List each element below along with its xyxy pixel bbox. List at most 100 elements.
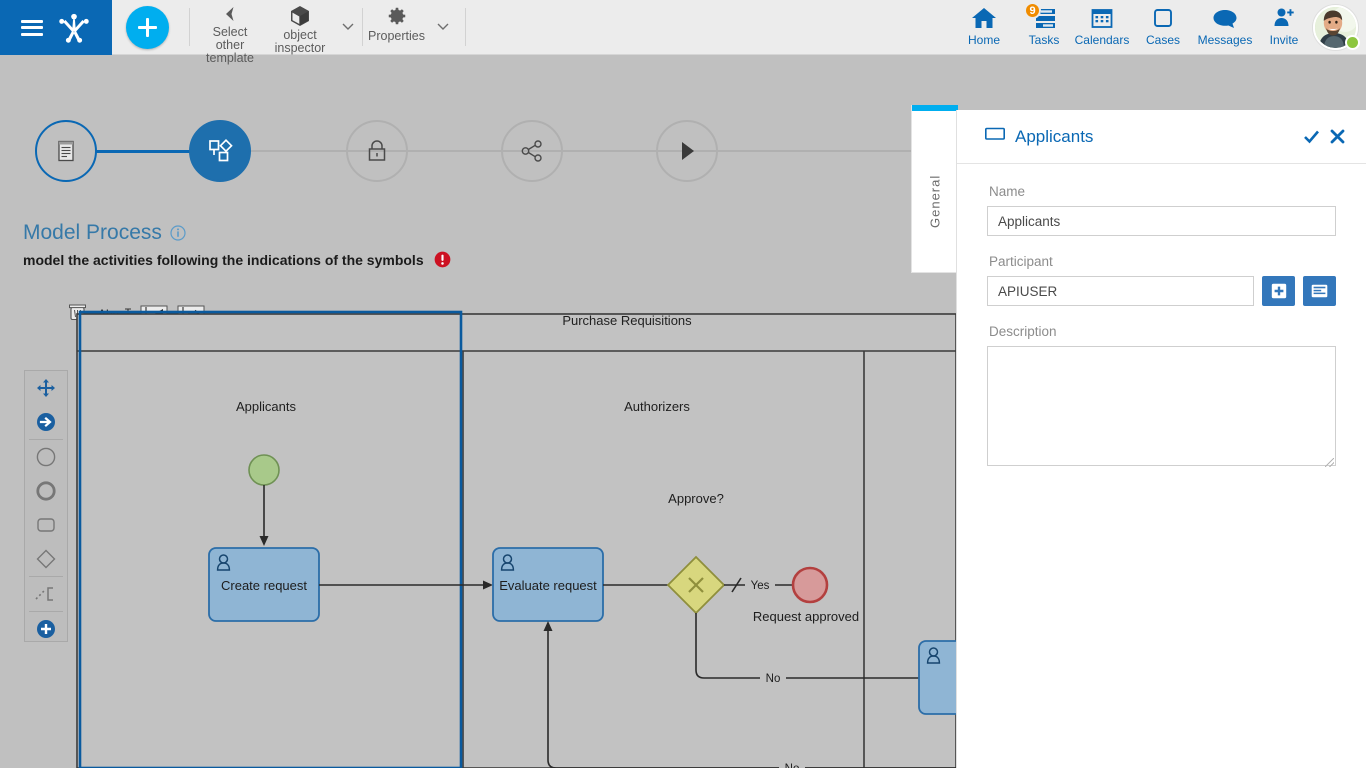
error-icon[interactable] [434, 251, 451, 268]
general-tab-label: General [927, 174, 943, 228]
nav-item-home[interactable]: Home [958, 0, 1010, 55]
list-icon [1311, 284, 1328, 298]
process-diagram-canvas[interactable]: Abc Pur [23, 298, 956, 768]
lock-icon [368, 140, 386, 161]
description-field-label: Description [989, 324, 1057, 339]
application-root: Select other template object inspector P… [0, 0, 1366, 768]
nav-item-calendars[interactable]: Calendars [1072, 0, 1132, 55]
cube-icon [289, 4, 311, 27]
add-button[interactable] [126, 6, 169, 49]
shapes-icon [209, 138, 233, 162]
object-inspector-chevron-down-icon[interactable] [340, 18, 356, 34]
gateway-approve-label: Approve? [668, 491, 724, 506]
page-title: Model Process [23, 221, 162, 244]
main-stage: Model Process model the activities follo… [0, 55, 1366, 768]
select-other-template-label: Select other template [206, 25, 254, 65]
home-icon [971, 5, 997, 31]
panel-accept-button[interactable] [1298, 124, 1324, 150]
diamond-icon [36, 549, 56, 569]
description-textarea[interactable] [987, 346, 1336, 466]
pool-purchase-requisitions[interactable]: Purchase Requisitions [76, 313, 956, 768]
nav-item-invite[interactable]: Invite [1260, 0, 1308, 55]
calendar-icon [1090, 5, 1114, 31]
browse-participant-button[interactable] [1303, 276, 1336, 306]
task-evaluate-request[interactable]: Evaluate request [492, 547, 604, 622]
palette-item-move-tool[interactable] [25, 371, 67, 405]
page-subtitle: model the activities following the indic… [23, 251, 424, 268]
rounded-rect-icon [37, 518, 55, 532]
participant-input[interactable] [987, 276, 1254, 306]
dotted-bracket-icon [35, 587, 53, 601]
task-create-request[interactable]: Create request [208, 547, 320, 622]
page-title-row: Model Process [23, 221, 186, 245]
task-evaluate-request-label: Evaluate request [499, 578, 597, 593]
nav-item-home-label: Home [967, 33, 1000, 47]
palette-item-task[interactable] [25, 508, 67, 542]
add-participant-button[interactable] [1262, 276, 1295, 306]
select-other-template-button[interactable]: Select other template [198, 0, 262, 65]
wizard-step-run[interactable] [656, 120, 718, 182]
shape-palette[interactable] [24, 370, 68, 642]
object-inspector-button[interactable]: object inspector [266, 0, 334, 55]
gear-icon [386, 4, 408, 28]
nav-item-tasks[interactable]: 9 Tasks [1018, 0, 1070, 55]
start-event[interactable] [248, 454, 280, 486]
bizagi-logo-icon[interactable] [57, 11, 91, 45]
name-input[interactable] [987, 206, 1336, 236]
top-toolbar: Select other template object inspector P… [0, 0, 1366, 65]
nav-item-cases-label: Cases [1145, 33, 1180, 47]
description-wrapper [987, 346, 1336, 471]
panel-header: Applicants [957, 110, 1366, 164]
nav-item-messages[interactable]: Messages [1192, 0, 1258, 55]
wizard-step-model-process[interactable] [189, 120, 251, 182]
palette-item-add-element[interactable] [25, 612, 67, 646]
wizard-step-define-security[interactable] [346, 120, 408, 182]
share-icon [521, 140, 542, 162]
hamburger-icon[interactable] [21, 19, 43, 36]
flow-no-2-label: No [785, 763, 800, 768]
nav-item-cases[interactable]: Cases [1140, 0, 1186, 55]
task-create-request-label: Create request [221, 578, 307, 593]
panel-close-button[interactable] [1324, 124, 1350, 150]
chevron-left-icon [220, 4, 240, 24]
palette-item-end-event[interactable] [25, 474, 67, 508]
flow-yes-label: Yes [751, 580, 770, 592]
move-arrows-icon [37, 379, 55, 397]
wizard-step-define-process[interactable] [35, 120, 97, 182]
form-icon [58, 140, 74, 162]
cases-icon [1151, 5, 1175, 31]
object-inspector-label: object inspector [274, 28, 326, 55]
invite-user-icon [1272, 5, 1296, 31]
end-event-request-approved-label: Request approved [753, 609, 859, 624]
nav-item-messages-label: Messages [1197, 33, 1253, 47]
tasks-icon: 9 [1024, 2, 1057, 31]
pool-label: Purchase Requisitions [562, 313, 692, 328]
plus-square-icon [1271, 283, 1286, 299]
wizard-step-integrate[interactable] [501, 120, 563, 182]
participant-row [987, 276, 1336, 306]
nav-item-calendars-label: Calendars [1074, 33, 1130, 47]
general-tab[interactable]: General [911, 105, 958, 273]
toolbar-separator-2 [362, 8, 363, 46]
lane-authorizers-label: Authorizers [624, 399, 690, 414]
flow-no-1-label: No [766, 673, 781, 685]
close-icon [1330, 129, 1344, 144]
palette-item-association[interactable] [25, 577, 67, 611]
bpmn-diagram: Abc Pur [69, 304, 956, 768]
info-icon[interactable] [170, 225, 186, 241]
play-icon [682, 142, 694, 160]
task-correct[interactable]: Cor [918, 640, 956, 715]
properties-button[interactable]: Properties [368, 0, 425, 55]
presence-indicator [1345, 35, 1360, 50]
palette-item-sequence-flow[interactable] [25, 405, 67, 439]
nav-item-invite-label: Invite [1269, 33, 1299, 47]
brand-area [0, 0, 112, 55]
properties-chevron-down-icon[interactable] [435, 18, 451, 34]
thin-circle-icon [36, 447, 56, 467]
page-subtitle-row: model the activities following the indic… [23, 251, 451, 268]
palette-item-gateway[interactable] [25, 542, 67, 576]
tasks-badge: 9 [1024, 2, 1041, 19]
palette-item-start-event[interactable] [25, 440, 67, 474]
